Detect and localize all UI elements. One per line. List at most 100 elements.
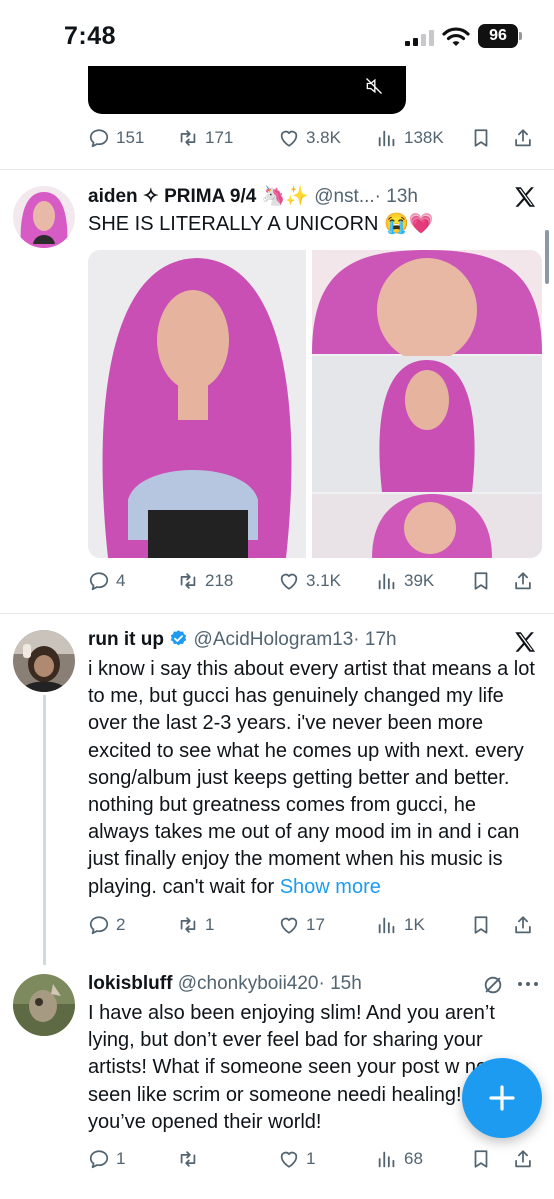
signal-icon: [405, 30, 434, 46]
retweet-button[interactable]: 218: [177, 566, 233, 596]
x-logo-icon: [512, 629, 538, 655]
share-button[interactable]: [512, 910, 534, 940]
author-name[interactable]: run it up: [88, 629, 164, 650]
x-logo-icon: [512, 184, 538, 210]
share-icon: [512, 127, 534, 149]
views-count: 1K: [404, 915, 425, 934]
views-count: 68: [404, 1149, 423, 1168]
author-handle[interactable]: @AcidHologram13: [194, 629, 354, 650]
avatar[interactable]: [13, 186, 75, 248]
retweet-icon: [177, 1148, 199, 1170]
video-player[interactable]: [88, 66, 406, 114]
views-icon: [376, 127, 398, 149]
like-button[interactable]: 17: [278, 910, 325, 940]
tweet-image[interactable]: [312, 250, 542, 558]
views-button[interactable]: 138K: [376, 123, 444, 153]
bookmark-button[interactable]: [470, 1144, 492, 1174]
reply-button[interactable]: 2: [88, 910, 125, 940]
views-button[interactable]: 68: [376, 1144, 423, 1174]
reply-button[interactable]: 4: [88, 566, 125, 596]
share-icon: [512, 914, 534, 936]
retweet-button[interactable]: [177, 1144, 205, 1174]
views-button[interactable]: 39K: [376, 566, 434, 596]
tweet-body: i know i say this about every artist tha…: [88, 658, 535, 898]
mute-icon[interactable]: [364, 76, 384, 96]
status-bar: 7:48 96: [0, 0, 554, 68]
avatar[interactable]: [13, 974, 75, 1036]
reply-icon: [88, 1148, 110, 1170]
like-button[interactable]: 3.8K: [278, 123, 341, 153]
share-button[interactable]: [512, 566, 534, 596]
author-name[interactable]: aiden ✧ PRIMA 9/4 🦄✨: [88, 186, 309, 207]
share-button[interactable]: [512, 123, 534, 153]
like-count: 3.8K: [306, 128, 341, 147]
retweet-count: 1: [205, 915, 215, 934]
views-count: 39K: [404, 571, 435, 590]
reply-icon: [88, 570, 110, 592]
tweet-text: SHE IS LITERALLY A UNICORN 😭💗: [88, 213, 434, 235]
retweet-icon: [177, 127, 199, 149]
tweet-time: · 15h: [318, 973, 362, 994]
retweet-button[interactable]: 1: [177, 910, 214, 940]
views-button[interactable]: 1K: [376, 910, 425, 940]
like-icon: [278, 570, 300, 592]
like-button[interactable]: 3.1K: [278, 566, 341, 596]
share-icon: [512, 570, 534, 592]
show-more-link[interactable]: Show more: [280, 876, 381, 898]
reply-count: 1: [116, 1149, 126, 1168]
bookmark-icon: [470, 570, 492, 592]
like-count: 1: [306, 1149, 316, 1168]
tweet-image[interactable]: [88, 250, 306, 558]
bookmark-button[interactable]: [470, 566, 492, 596]
wifi-icon: [442, 27, 470, 46]
bookmark-icon: [470, 914, 492, 936]
like-icon: [278, 1148, 300, 1170]
author-name[interactable]: lokisbluff: [88, 973, 172, 994]
tweet-header: run it up @AcidHologram13· 17h: [88, 629, 397, 651]
battery-indicator: 96: [478, 24, 518, 48]
like-icon: [278, 127, 300, 149]
reply-icon: [88, 914, 110, 936]
retweet-button[interactable]: 171: [177, 123, 233, 153]
tweet-text: i know i say this about every artist tha…: [88, 656, 538, 901]
like-icon: [278, 914, 300, 936]
divider: [0, 169, 554, 170]
like-count: 3.1K: [306, 571, 341, 590]
tweet-header: aiden ✧ PRIMA 9/4 🦄✨ @nst...· 13h: [88, 184, 418, 208]
retweet-icon: [177, 914, 199, 936]
views-icon: [376, 570, 398, 592]
compose-button[interactable]: [462, 1058, 542, 1138]
retweet-count: 218: [205, 571, 234, 590]
bookmark-icon: [470, 1148, 492, 1170]
tweet-actions: 151 171 3.8K 138K: [88, 123, 538, 153]
tweet-time: · 13h: [374, 186, 418, 207]
tweet-actions: 4 218 3.1K 39K: [88, 566, 538, 596]
battery-tip: [519, 32, 522, 40]
tweet-header: lokisbluff @chonkyboii420· 15h: [88, 973, 362, 995]
more-icon[interactable]: [516, 978, 540, 990]
like-button[interactable]: 1: [278, 1144, 315, 1174]
reply-count: 4: [116, 571, 126, 590]
views-count: 138K: [404, 128, 444, 147]
bookmark-button[interactable]: [470, 123, 492, 153]
author-handle[interactable]: @chonkyboii420: [178, 973, 319, 994]
share-button[interactable]: [512, 1144, 534, 1174]
status-time: 7:48: [64, 22, 117, 50]
reply-count: 2: [116, 915, 126, 934]
grok-icon[interactable]: [482, 974, 504, 996]
tweet-time: · 17h: [353, 629, 397, 650]
reply-button[interactable]: 151: [88, 123, 144, 153]
avatar[interactable]: [13, 630, 75, 692]
bookmark-icon: [470, 127, 492, 149]
bookmark-button[interactable]: [470, 910, 492, 940]
views-icon: [376, 1148, 398, 1170]
reply-count: 151: [116, 128, 145, 147]
divider: [0, 613, 554, 614]
verified-icon: [171, 630, 187, 646]
retweet-icon: [177, 570, 199, 592]
reply-icon: [88, 127, 110, 149]
retweet-count: 171: [205, 128, 234, 147]
author-handle[interactable]: @nst...: [314, 186, 374, 207]
reply-button[interactable]: 1: [88, 1144, 125, 1174]
scrollbar[interactable]: [545, 230, 549, 284]
